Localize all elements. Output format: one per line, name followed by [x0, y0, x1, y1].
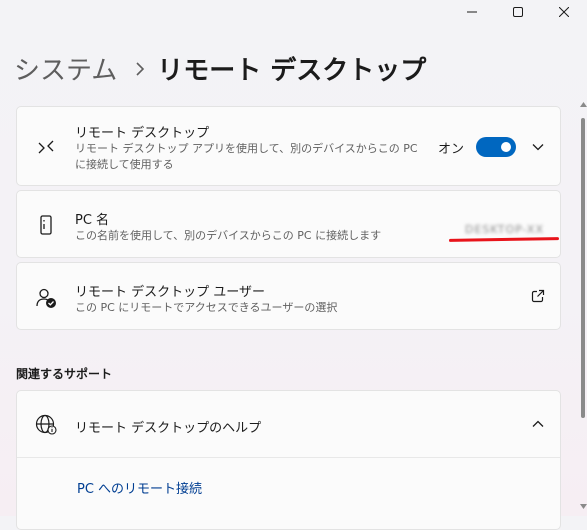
user-check-icon: [35, 287, 57, 309]
redaction-underline: [448, 237, 560, 242]
toggle-knob: [501, 142, 511, 152]
chevron-right-icon: [135, 61, 145, 76]
help-title: リモート デスクトップのヘルプ: [75, 421, 262, 436]
users-description: この PC にリモートでアクセスできるユーザーの選択: [75, 301, 338, 314]
vertical-scrollbar[interactable]: [579, 98, 587, 516]
scroll-down-icon[interactable]: [579, 502, 587, 510]
related-support-heading: 関連するサポート: [16, 367, 113, 381]
chevron-up-icon[interactable]: [530, 416, 546, 432]
remote-desktop-icon: [35, 137, 57, 159]
help-expander-header[interactable]: リモート デスクトップのヘルプ: [17, 391, 560, 457]
close-button[interactable]: [541, 0, 587, 24]
users-title: リモート デスクトップ ユーザー: [75, 285, 266, 300]
maximize-button[interactable]: [495, 0, 541, 24]
remote-desktop-users-card[interactable]: リモート デスクトップ ユーザー この PC にリモートでアクセスできるユーザー…: [16, 262, 561, 330]
window-controls: [449, 0, 587, 24]
toggle-state-label: オン: [437, 141, 464, 157]
pc-tower-icon: [35, 214, 57, 236]
remote-connection-link[interactable]: PC へのリモート接続: [77, 478, 202, 497]
remote-desktop-title: リモート デスクトップ: [75, 126, 210, 141]
page-title: リモート デスクトップ: [157, 56, 427, 86]
minimize-icon: [467, 11, 477, 13]
related-support-card: リモート デスクトップのヘルプ PC へのリモート接続: [16, 390, 561, 530]
close-icon: [559, 7, 569, 17]
remote-desktop-toggle[interactable]: [476, 137, 516, 157]
remote-desktop-toggle-area: オン: [438, 137, 546, 157]
pc-name-description: この名前を使用して、別のデバイスからこの PC に接続します: [75, 229, 382, 242]
remote-desktop-description: リモート デスクトップ アプリを使用して、別のデバイスからこの PC に接続して…: [75, 142, 418, 171]
maximize-icon: [513, 7, 523, 17]
pc-name-card: PC 名 この名前を使用して、別のデバイスからこの PC に接続します DESK…: [16, 190, 561, 258]
minimize-button[interactable]: [449, 0, 495, 24]
remote-desktop-card[interactable]: リモート デスクトップ リモート デスクトップ アプリを使用して、別のデバイスか…: [16, 106, 561, 186]
pc-name-value: DESKTOP-XX: [464, 223, 544, 236]
chevron-down-icon[interactable]: [530, 139, 546, 155]
scroll-thumb[interactable]: [581, 118, 585, 418]
divider: [17, 457, 560, 458]
pc-name-title: PC 名: [75, 213, 110, 228]
scroll-up-icon[interactable]: [579, 100, 587, 108]
breadcrumb-parent[interactable]: システム: [14, 50, 117, 87]
breadcrumb: システム リモート デスクトップ: [14, 50, 426, 87]
open-external-icon[interactable]: [530, 288, 546, 304]
globe-icon: [35, 413, 57, 435]
